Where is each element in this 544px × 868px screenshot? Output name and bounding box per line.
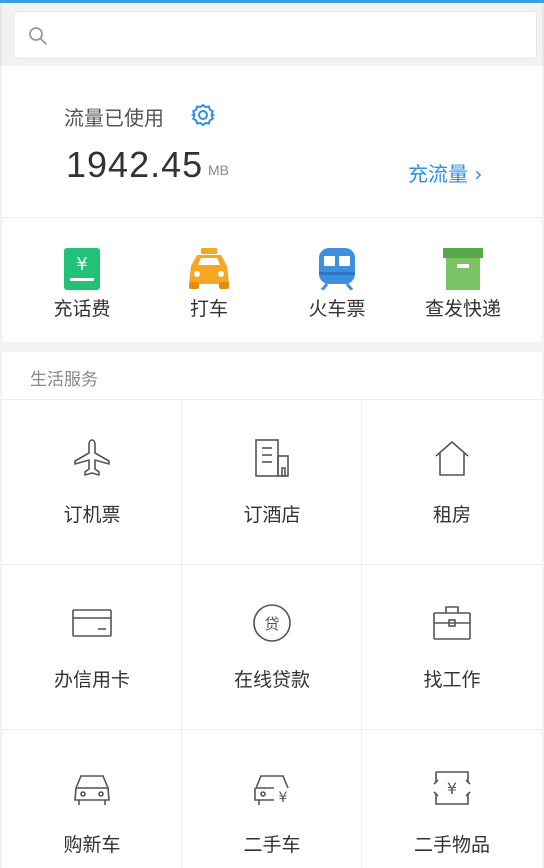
service-label: 订机票	[63, 504, 121, 526]
quick-actions: ¥ 充话费 打车 火车票 查发快递	[2, 218, 542, 342]
quick-item-phone-bill[interactable]: ¥ 充话费	[27, 248, 137, 321]
service-hotel[interactable]: 订酒店	[182, 400, 362, 565]
svg-text:¥: ¥	[447, 779, 457, 798]
traffic-card: 流量已使用 1942.45 MB 充流量 ›	[2, 66, 542, 218]
taxi-icon	[189, 248, 229, 289]
section-header: 生活服务	[2, 352, 542, 400]
quick-item-label: 充话费	[53, 298, 111, 320]
service-label: 购新车	[63, 834, 121, 856]
quick-item-package[interactable]: 查发快递	[408, 248, 518, 321]
train-icon	[319, 248, 355, 290]
service-used-car[interactable]: ¥ 二手车	[182, 730, 362, 868]
service-job[interactable]: 找工作	[362, 565, 542, 730]
gear-icon[interactable]	[190, 102, 216, 128]
loan-icon: 贷	[253, 604, 291, 642]
service-label: 找工作	[423, 669, 481, 691]
svg-text:贷: 贷	[264, 615, 279, 633]
phone-bill-icon: ¥	[64, 248, 100, 290]
quick-item-label: 查发快递	[424, 298, 501, 320]
used-goods-icon: ¥	[433, 771, 471, 805]
service-flight[interactable]: 订机票	[2, 400, 182, 565]
briefcase-icon	[433, 606, 471, 640]
service-label: 二手车	[243, 834, 301, 856]
service-loan[interactable]: 贷 在线贷款	[182, 565, 362, 730]
section-gap	[2, 342, 542, 352]
search-box[interactable]	[13, 11, 537, 59]
svg-text:¥: ¥	[76, 254, 87, 275]
search-input[interactable]	[58, 20, 518, 52]
quick-item-label: 打车	[189, 298, 228, 320]
service-label: 二手物品	[413, 834, 490, 856]
house-icon	[435, 441, 469, 476]
used-car-icon: ¥	[254, 775, 289, 806]
service-label: 租房	[432, 504, 471, 526]
search-icon	[29, 27, 47, 45]
quick-item-train[interactable]: 火车票	[282, 248, 392, 321]
package-icon	[443, 248, 483, 290]
hotel-icon	[255, 439, 289, 477]
search-bar	[0, 3, 544, 66]
svg-text:¥: ¥	[279, 790, 288, 806]
quick-item-label: 火车票	[308, 298, 366, 320]
traffic-used-value: 1942.45	[66, 144, 204, 185]
credit-card-icon	[72, 609, 112, 637]
service-label: 办信用卡	[53, 669, 130, 691]
traffic-unit: MB	[208, 162, 229, 178]
service-label: 订酒店	[243, 504, 301, 526]
service-new-car[interactable]: 购新车	[2, 730, 182, 868]
section-title: 生活服务	[30, 370, 98, 390]
service-label: 在线贷款	[233, 669, 310, 691]
traffic-used-label: 流量已使用	[64, 106, 164, 130]
quick-item-taxi[interactable]: 打车	[154, 248, 264, 321]
airplane-icon	[74, 439, 110, 476]
car-icon	[74, 775, 110, 805]
service-rent[interactable]: 租房	[362, 400, 542, 565]
recharge-data-link[interactable]: 充流量 ›	[408, 158, 482, 187]
service-credit-card[interactable]: 办信用卡	[2, 565, 182, 730]
services-grid: 订机票 订酒店 租房 办信用卡 贷 在线贷款 找工作 购新车 ¥ 二手车 ¥ 二…	[2, 400, 542, 868]
service-used-goods[interactable]: ¥ 二手物品	[362, 730, 542, 868]
